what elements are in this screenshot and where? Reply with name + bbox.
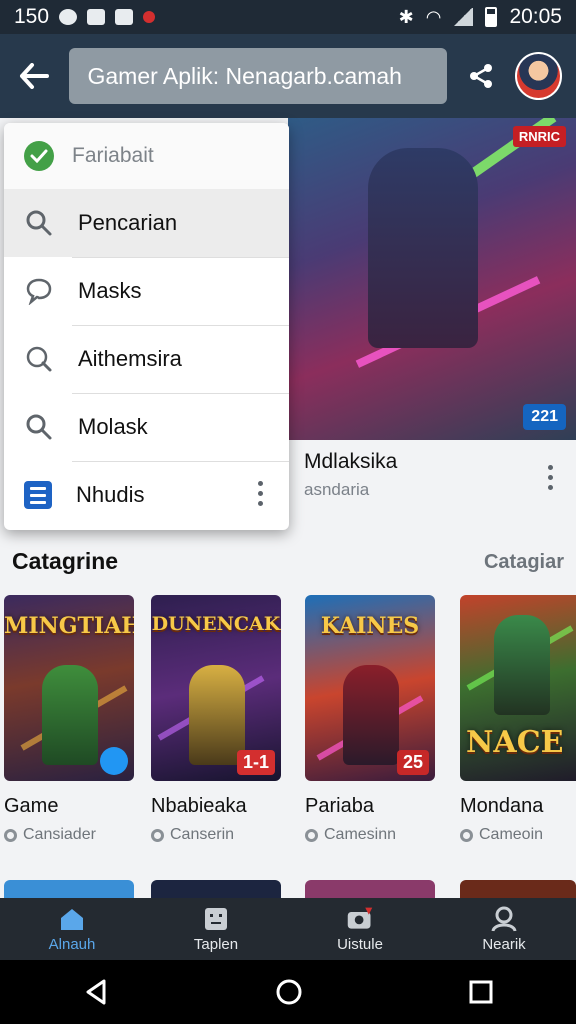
url-text: Gamer Aplik: Nenagarb.camah <box>87 62 402 89</box>
tab-uistule[interactable]: Uistule <box>288 898 432 960</box>
menu-item-molask[interactable]: Molask <box>4 393 289 461</box>
game-card-peek[interactable] <box>4 880 134 900</box>
check-icon <box>24 141 54 171</box>
menu-item-nhudis[interactable]: Nhudis <box>4 461 289 529</box>
status-bar: 150 ✱ ◠ 20:05 <box>0 0 576 34</box>
document-icon <box>24 481 52 509</box>
system-back-button[interactable] <box>82 978 110 1006</box>
tab-label: Nearik <box>482 935 526 953</box>
app-notification-icon <box>87 9 106 25</box>
banner-top-badge: RNRIC <box>512 126 566 147</box>
section-title: Catagrine <box>12 548 119 574</box>
card-title: Nbabieaka <box>151 795 247 817</box>
battery-icon <box>485 7 498 27</box>
system-navigation-bar <box>0 960 576 1024</box>
card-title: Mondana <box>460 795 544 817</box>
top-app-bar: Gamer Aplik: Nenagarb.camah <box>0 34 576 118</box>
card-subtitle: Camesinn <box>324 826 397 843</box>
share-icon <box>469 64 492 88</box>
card-subtitle: Cameoin <box>479 826 544 843</box>
game-card-peek[interactable] <box>151 880 281 900</box>
profile-avatar[interactable] <box>514 52 562 100</box>
system-recents-button[interactable] <box>468 979 494 1005</box>
search-icon <box>24 344 54 374</box>
tab-taplen[interactable]: Taplen <box>144 898 288 960</box>
tab-label: Alnauh <box>48 935 96 953</box>
home-icon <box>61 908 83 930</box>
featured-game-subtitle: asndaria <box>304 480 370 499</box>
game-thumbnail: NACE <box>460 595 576 781</box>
back-button[interactable] <box>14 56 53 96</box>
card-badge-icon <box>100 747 128 775</box>
featured-game-banner[interactable]: RNRIC 221 <box>288 118 576 440</box>
featured-more-button[interactable] <box>546 465 554 490</box>
tab-label: Uistule <box>337 935 383 953</box>
menu-item-label: Molask <box>78 414 148 439</box>
menu-header-favorite[interactable]: Fariabait <box>4 123 289 189</box>
search-icon <box>24 412 54 442</box>
back-arrow-icon <box>19 63 49 89</box>
menu-item-aithemsira[interactable]: Aithemsira <box>4 325 289 393</box>
banner-art-hero-figure <box>368 148 478 348</box>
gear-icon <box>151 828 164 842</box>
game-card-peek[interactable] <box>460 880 576 900</box>
card-title: Pariaba <box>305 795 374 817</box>
url-field[interactable]: Gamer Aplik: Nenagarb.camah <box>69 48 447 104</box>
bluetooth-icon: ✱ <box>398 6 414 27</box>
game-card-peek[interactable] <box>305 880 435 900</box>
banner-count-badge: 221 <box>523 404 566 430</box>
card-title: Game <box>4 795 59 817</box>
menu-item-pencarian[interactable]: Pencarian <box>4 189 289 257</box>
dropdown-menu: Fariabait Pencarian Masks Aithemsira Mol… <box>4 123 289 530</box>
status-left-text: 150 <box>14 5 50 28</box>
game-card[interactable]: MINGTIAH Game Cansiader <box>4 595 134 844</box>
menu-item-more-button[interactable] <box>256 481 264 506</box>
card-subtitle: Canserin <box>170 826 235 843</box>
game-logo-text: DUNENCAK <box>151 613 281 635</box>
game-card[interactable]: DUNENCAK 1-1 Nbabieaka Canserin <box>151 595 281 844</box>
gear-icon <box>305 828 318 842</box>
wifi-icon: ◠ <box>425 6 442 27</box>
menu-item-label: Pencarian <box>78 210 178 235</box>
status-time: 20:05 <box>509 5 562 28</box>
game-thumbnail: KAINES 25 <box>305 595 435 781</box>
menu-item-label: Masks <box>78 278 142 303</box>
bottom-navigation: Alnauh Taplen Uistule Nearik <box>0 898 576 960</box>
system-home-button[interactable] <box>274 977 304 1007</box>
menu-header-label: Fariabait <box>72 144 154 167</box>
featured-game-info: Mdlaksika asndaria <box>304 450 397 500</box>
tab-home[interactable]: Alnauh <box>0 898 144 960</box>
gear-icon <box>460 828 473 842</box>
gear-icon <box>4 828 17 842</box>
chat-bubble-icon <box>24 276 54 306</box>
tab-label: Taplen <box>193 935 239 953</box>
download-icon <box>59 9 78 25</box>
tab-nearik[interactable]: Nearik <box>432 898 576 960</box>
card-badge: 1-1 <box>236 750 275 775</box>
section-more-link[interactable]: Catagiar <box>484 551 564 574</box>
person-icon <box>491 906 517 932</box>
card-subtitle: Cansiader <box>23 826 96 843</box>
signal-icon <box>453 8 474 26</box>
game-thumbnail: MINGTIAH <box>4 595 134 781</box>
search-icon <box>24 208 54 238</box>
image-notification-icon <box>115 9 134 25</box>
game-thumbnail: DUNENCAK 1-1 <box>151 595 281 781</box>
share-button[interactable] <box>465 56 497 96</box>
menu-item-masks[interactable]: Masks <box>4 257 289 325</box>
record-icon <box>143 11 156 23</box>
menu-item-label: Nhudis <box>76 482 145 507</box>
card-badge: 25 <box>396 750 429 775</box>
robot-icon <box>205 907 227 930</box>
game-card[interactable]: KAINES 25 Pariaba Camesinn <box>305 595 435 844</box>
featured-game-title: Mdlaksika <box>304 450 398 473</box>
menu-item-label: Aithemsira <box>78 346 182 371</box>
game-logo-text: MINGTIAH <box>4 613 134 639</box>
camera-icon <box>347 907 373 929</box>
game-logo-text: KAINES <box>320 613 420 639</box>
game-logo-text: NACE <box>466 725 564 760</box>
game-card[interactable]: NACE Mondana Cameoin <box>460 595 576 844</box>
